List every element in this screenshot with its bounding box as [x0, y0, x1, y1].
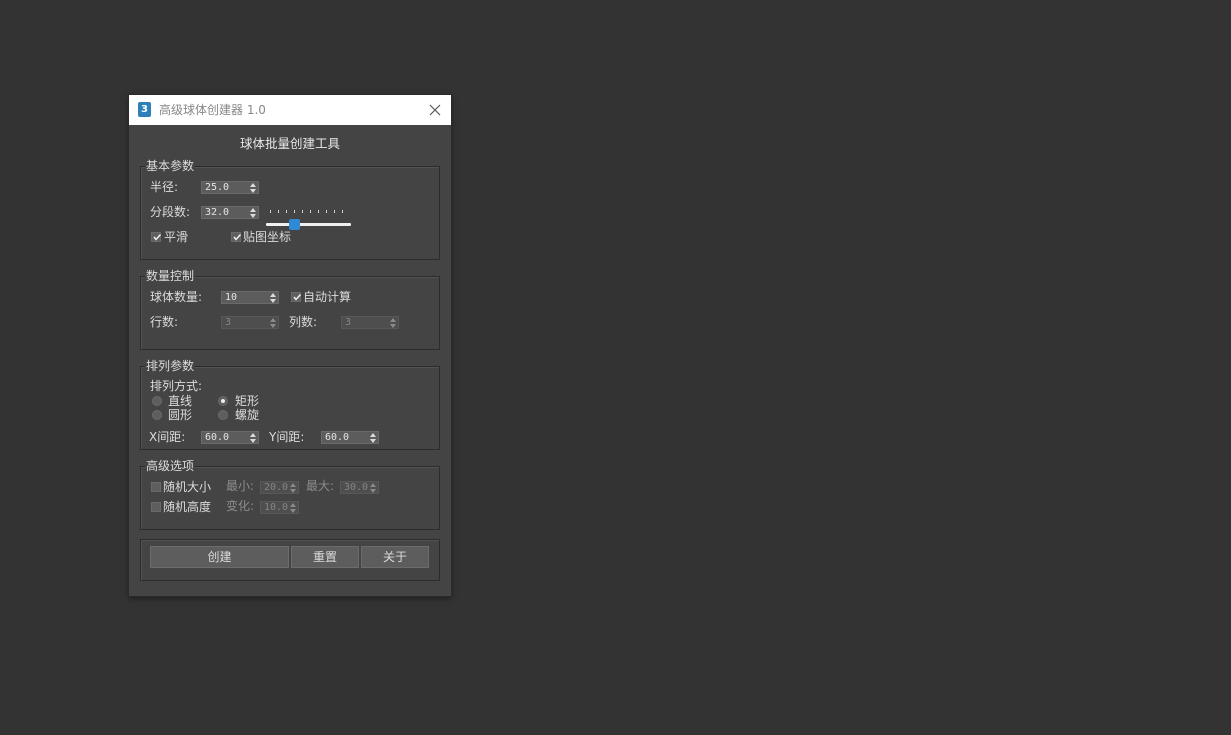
- spinner-arrows-icon[interactable]: [270, 293, 276, 303]
- cols-spinner[interactable]: 3: [341, 316, 399, 329]
- checkmark-icon: [233, 233, 242, 241]
- variation-value: 10.0: [264, 502, 289, 513]
- segments-label: 分段数:: [150, 205, 191, 219]
- radius-spinner[interactable]: 25.0: [201, 181, 259, 194]
- y-spacing-spinner[interactable]: 60.0: [321, 431, 379, 444]
- radio-line-label: 直线: [168, 394, 193, 408]
- min-value: 20.0: [264, 482, 289, 493]
- count-control-group: [140, 276, 440, 350]
- random-size-checkbox[interactable]: [151, 482, 161, 492]
- x-spacing-label: X间距:: [149, 430, 186, 444]
- spinner-arrows-icon[interactable]: [290, 483, 296, 493]
- spinner-arrows-icon[interactable]: [250, 183, 256, 193]
- title-bar[interactable]: 3 高级球体创建器 1.0: [129, 95, 451, 125]
- advanced-options-group: [140, 466, 440, 530]
- rows-label: 行数:: [150, 315, 179, 329]
- rows-value: 3: [225, 317, 232, 328]
- advanced-options-label: 高级选项: [145, 459, 196, 473]
- spinner-arrows-icon[interactable]: [390, 318, 396, 328]
- cols-label: 列数:: [289, 315, 318, 329]
- max-spinner[interactable]: 30.0: [340, 481, 379, 494]
- sphere-count-label: 球体数量:: [150, 290, 203, 304]
- radius-label: 半径:: [150, 180, 179, 194]
- count-control-label: 数量控制: [145, 269, 196, 283]
- cols-value: 3: [345, 317, 352, 328]
- checkmark-icon: [153, 233, 162, 241]
- y-spacing-label: Y间距:: [269, 430, 305, 444]
- radio-rect[interactable]: [218, 396, 228, 406]
- sphere-creator-dialog: 3 高级球体创建器 1.0 球体批量创建工具 基本参数 半径: 25.0 分段数…: [129, 95, 451, 596]
- tool-heading: 球体批量创建工具: [239, 136, 340, 151]
- create-button[interactable]: 创建: [150, 546, 289, 568]
- radius-value: 25.0: [205, 182, 230, 193]
- segments-spinner[interactable]: 32.0: [201, 206, 259, 219]
- 3dsmax-app-icon: 3: [138, 102, 151, 117]
- spinner-arrows-icon[interactable]: [270, 318, 276, 328]
- random-size-label: 随机大小: [163, 480, 212, 494]
- max-value: 30.0: [344, 482, 369, 493]
- close-icon: [429, 104, 441, 116]
- basic-params-label: 基本参数: [145, 159, 196, 173]
- auto-calc-label: 自动计算: [303, 290, 352, 304]
- smooth-label: 平滑: [164, 230, 189, 244]
- layout-params-label: 排列参数: [145, 359, 196, 373]
- x-spacing-value: 60.0: [205, 432, 230, 443]
- spinner-arrows-icon[interactable]: [370, 433, 376, 443]
- random-height-label: 随机高度: [163, 500, 212, 514]
- sphere-count-spinner[interactable]: 10: [221, 291, 279, 304]
- auto-calc-checkbox[interactable]: [291, 292, 302, 302]
- radio-spiral-label: 螺旋: [235, 408, 260, 422]
- layout-mode-label: 排列方式:: [150, 379, 203, 393]
- sphere-count-value: 10: [225, 292, 238, 303]
- slider-track[interactable]: [266, 223, 351, 226]
- radio-rect-label: 矩形: [235, 394, 260, 408]
- spinner-arrows-icon[interactable]: [290, 503, 296, 513]
- variation-label: 变化:: [226, 499, 255, 513]
- spinner-arrows-icon[interactable]: [250, 433, 256, 443]
- radio-line[interactable]: [152, 396, 162, 406]
- reset-button[interactable]: 重置: [291, 546, 359, 568]
- segments-value: 32.0: [205, 207, 230, 218]
- y-spacing-value: 60.0: [325, 432, 350, 443]
- random-height-checkbox[interactable]: [151, 502, 161, 512]
- about-button[interactable]: 关于: [361, 546, 429, 568]
- segments-slider[interactable]: [266, 206, 352, 230]
- radio-circle-label: 圆形: [168, 408, 193, 422]
- slider-thumb[interactable]: [289, 219, 300, 230]
- close-button[interactable]: [419, 95, 451, 125]
- radio-circle[interactable]: [152, 410, 162, 420]
- mapcoords-label: 贴图坐标: [243, 230, 292, 244]
- mapcoords-checkbox[interactable]: [231, 232, 242, 242]
- variation-spinner[interactable]: 10.0: [260, 501, 299, 514]
- window-title: 高级球体创建器 1.0: [159, 103, 266, 117]
- min-spinner[interactable]: 20.0: [260, 481, 299, 494]
- smooth-checkbox[interactable]: [151, 232, 162, 242]
- spinner-arrows-icon[interactable]: [370, 483, 376, 493]
- rows-spinner[interactable]: 3: [221, 316, 279, 329]
- checkmark-icon: [293, 293, 302, 301]
- spinner-arrows-icon[interactable]: [250, 208, 256, 218]
- x-spacing-spinner[interactable]: 60.0: [201, 431, 259, 444]
- max-label: 最大:: [306, 479, 335, 493]
- min-label: 最小:: [226, 479, 255, 493]
- radio-spiral[interactable]: [218, 410, 228, 420]
